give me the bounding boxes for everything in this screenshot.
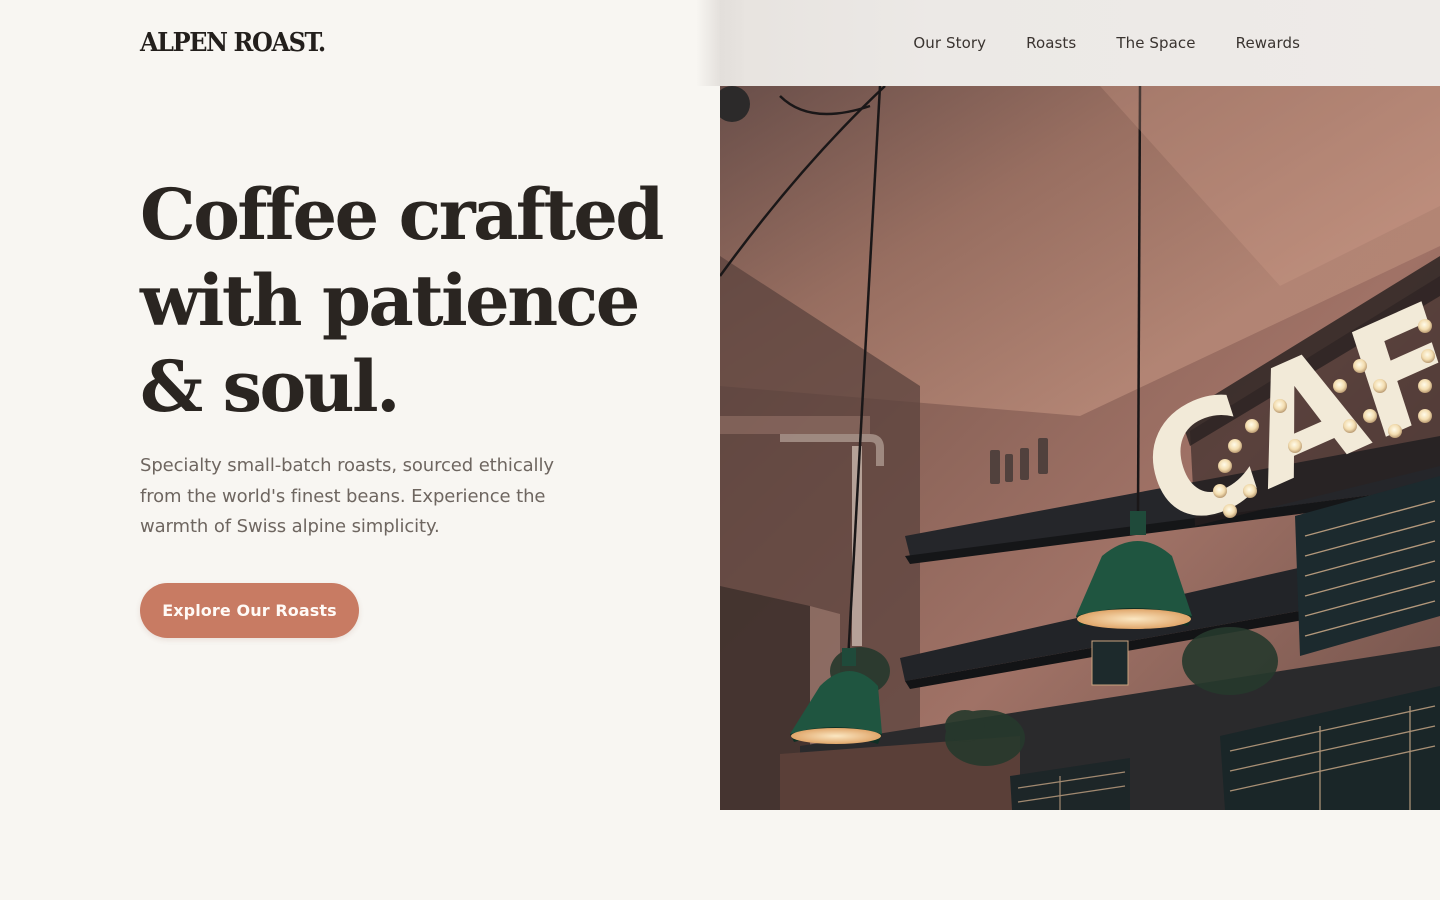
site-header: ALPEN ROAST. Our Story Roasts The Space … [0, 0, 1440, 86]
hero-title: Coffee crafted with patience & soul. [140, 173, 664, 428]
hero-cafe-photo: CAF [720, 86, 1440, 810]
main-nav: Our Story Roasts The Space Rewards [913, 0, 1300, 86]
nav-link-rewards[interactable]: Rewards [1236, 34, 1300, 52]
nav-link-our-story[interactable]: Our Story [913, 34, 986, 52]
hero-subtitle: Specialty small-batch roasts, sourced et… [140, 455, 554, 537]
nav-link-the-space[interactable]: The Space [1116, 34, 1195, 52]
site-logo[interactable]: ALPEN ROAST. [140, 26, 326, 60]
nav-link-roasts[interactable]: Roasts [1026, 34, 1076, 52]
cafe-interior-illustration: CAF [720, 86, 1440, 810]
explore-roasts-button[interactable]: Explore Our Roasts [140, 583, 359, 638]
header-background [0, 0, 720, 86]
